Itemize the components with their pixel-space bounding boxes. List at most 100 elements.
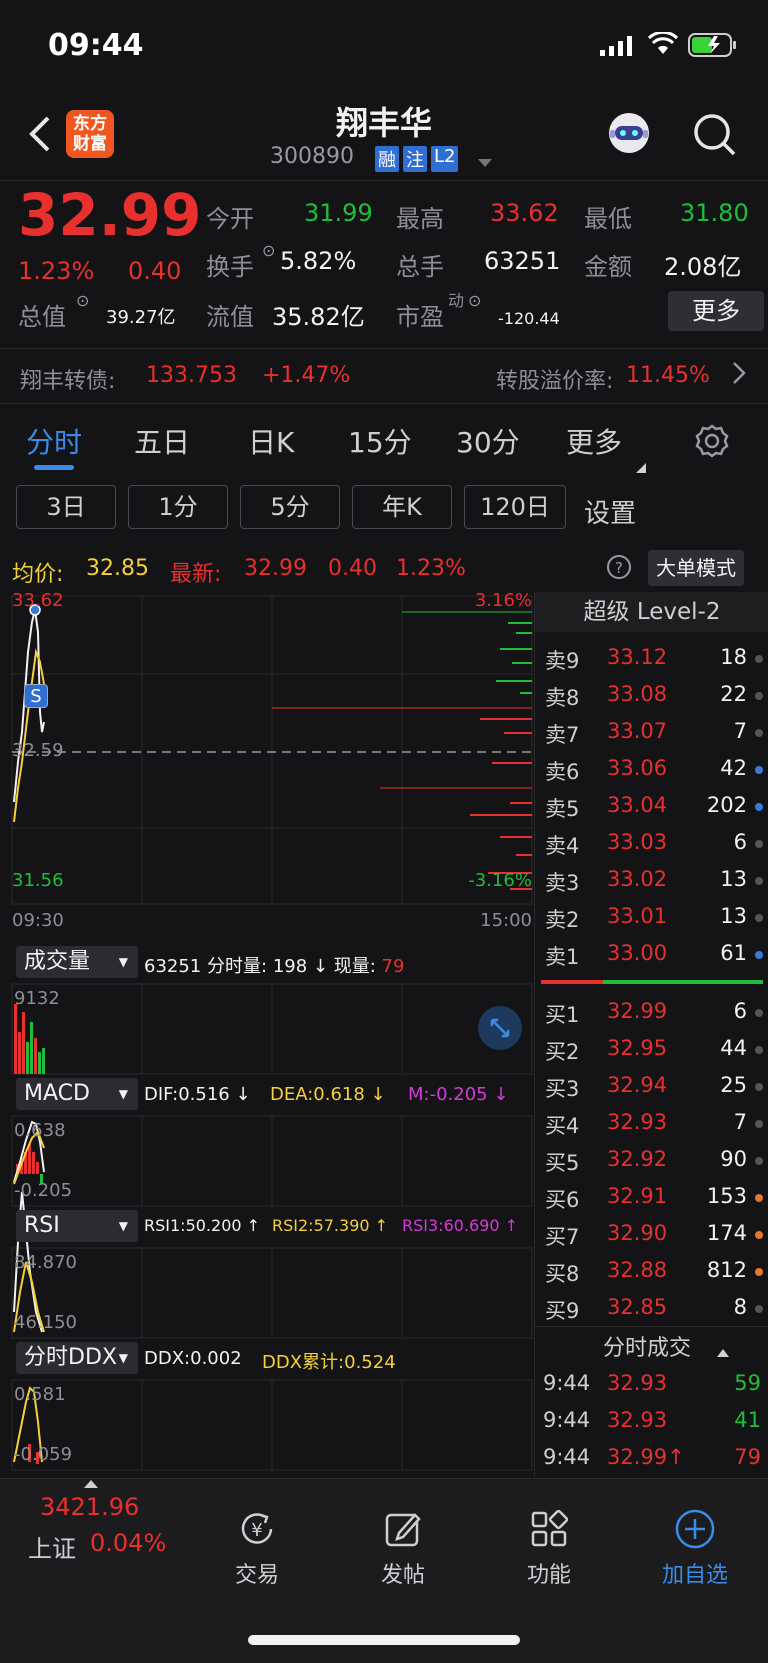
rsi-selector[interactable]: RSI ▼ (16, 1210, 138, 1242)
trade-time: 9:44 (543, 1371, 591, 1395)
level-price: 32.91 (607, 1184, 668, 1208)
level-volume: 812 (706, 1258, 747, 1282)
subtab-year-k[interactable]: 年K (352, 485, 452, 529)
tab-more[interactable]: 更多 (566, 421, 622, 461)
index-pct[interactable]: 0.04% (90, 1529, 166, 1557)
big-order-dot-icon (755, 1194, 763, 1202)
buy-row[interactable]: 买6 32.91 153 (535, 1179, 768, 1216)
buy-row[interactable]: 买9 32.85 8 (535, 1290, 768, 1327)
intraday-chart: 33.62 32.59 31.56 3.16% -3.16% S 09:30 1… (0, 590, 534, 1477)
now-vol-value: 79 (381, 956, 405, 977)
plus-circle-icon (640, 1507, 750, 1551)
info-icon[interactable]: ⊙ (262, 241, 275, 260)
macd-selector[interactable]: MACD ▼ (16, 1078, 138, 1110)
level-price: 33.02 (607, 867, 668, 891)
level-volume: 7 (733, 719, 747, 743)
collapse-triangle-icon[interactable] (717, 1342, 729, 1361)
level-volume: 174 (706, 1221, 747, 1245)
level-volume: 13 (720, 904, 747, 928)
x-axis-end: 15:00 (480, 910, 532, 931)
trade-price: 32.93 (607, 1408, 668, 1432)
sell-signal-marker[interactable]: S (24, 684, 48, 708)
latest-change: 0.40 (328, 556, 377, 581)
tab-five-day[interactable]: 五日 (134, 421, 190, 461)
level-volume: 6 (733, 830, 747, 854)
subtab-5min[interactable]: 5分 (240, 485, 340, 529)
mktcap-label: 总值 (18, 303, 66, 331)
search-icon[interactable] (692, 112, 738, 162)
add-watchlist-tab[interactable]: 加自选 (640, 1507, 750, 1589)
function-tab[interactable]: 功能 (494, 1507, 604, 1589)
tab-15min[interactable]: 15分 (348, 421, 412, 461)
trade-row: 9:44 32.99↑ 79 (535, 1440, 768, 1477)
sell-row[interactable]: 卖1 33.00 61 (535, 936, 768, 973)
sell-row[interactable]: 卖4 33.03 6 (535, 825, 768, 862)
pe-value: -120.44 (498, 309, 560, 328)
latest-label: 最新: (170, 562, 222, 587)
more-button[interactable]: 更多 (668, 291, 764, 331)
index-value[interactable]: 3421.96 (40, 1493, 139, 1521)
trade-price: 32.99↑ (607, 1445, 685, 1469)
level2-title: 超级 Level-2 (535, 592, 768, 632)
tab-30min[interactable]: 30分 (456, 421, 520, 461)
buy-row[interactable]: 买1 32.99 6 (535, 994, 768, 1031)
level-label: 买3 (545, 1077, 580, 1101)
level-volume: 8 (733, 1295, 747, 1319)
trade-tab[interactable]: ¥ 交易 (202, 1507, 312, 1589)
subtab-120day[interactable]: 120日 (464, 485, 566, 529)
gear-icon[interactable] (694, 423, 730, 466)
sell-row[interactable]: 卖2 33.01 13 (535, 899, 768, 936)
subtab-3day[interactable]: 3日 (16, 485, 116, 529)
back-icon[interactable] (26, 114, 52, 158)
buy-row[interactable]: 买3 32.94 25 (535, 1068, 768, 1105)
level-volume: 13 (720, 867, 747, 891)
subtab-1min[interactable]: 1分 (128, 485, 228, 529)
trade-time: 9:44 (543, 1408, 591, 1432)
bond-price: 133.753 (146, 363, 237, 388)
sell-row[interactable]: 卖7 33.07 7 (535, 714, 768, 751)
level-price: 32.93 (607, 1110, 668, 1134)
bond-bar[interactable]: 翔丰转债: 133.753 +1.47% 转股溢价率: 11.45% (0, 348, 768, 404)
ddx-selector[interactable]: 分时DDX ▼ (16, 1342, 138, 1374)
buy-row[interactable]: 买8 32.88 812 (535, 1253, 768, 1290)
ddx-label: 分时DDX (24, 1345, 117, 1370)
level-label: 卖2 (545, 908, 580, 932)
volume-selector[interactable]: 成交量 ▼ (16, 946, 138, 978)
volume-total: 63251 (144, 956, 202, 977)
order-book: 超级 Level-2 卖9 33.12 18 卖8 33.08 22 卖7 33.07 7 卖6 3… (534, 592, 768, 1477)
rsi3: RSI3:60.690 ↑ (402, 1216, 519, 1235)
buy-row[interactable]: 买7 32.90 174 (535, 1216, 768, 1253)
sell-row[interactable]: 卖9 33.12 18 (535, 640, 768, 677)
wifi-icon (647, 30, 679, 60)
tab-intraday[interactable]: 分时 (26, 421, 82, 461)
avg-label: 均价: (12, 562, 64, 587)
big-order-dot-icon (755, 766, 763, 774)
sell-row[interactable]: 卖8 33.08 22 (535, 677, 768, 714)
level-label: 买2 (545, 1040, 580, 1064)
index-name[interactable]: 上证 (28, 1529, 76, 1564)
active-tab-indicator (34, 465, 74, 470)
expand-icon[interactable] (478, 1006, 522, 1050)
buy-row[interactable]: 买2 32.95 44 (535, 1031, 768, 1068)
sell-row[interactable]: 卖5 33.04 202 (535, 788, 768, 825)
dropdown-triangle-icon[interactable] (478, 154, 492, 173)
buy-row[interactable]: 买4 32.93 7 (535, 1105, 768, 1142)
buy-row[interactable]: 买5 32.92 90 (535, 1142, 768, 1179)
sell-row[interactable]: 卖3 33.02 13 (535, 862, 768, 899)
macd-top: 0.638 (14, 1120, 66, 1141)
level-price: 32.90 (607, 1221, 668, 1245)
level-label: 卖4 (545, 834, 580, 858)
info-icon[interactable]: ⊙ (76, 291, 89, 310)
level-label: 买9 (545, 1299, 580, 1323)
robot-assistant-icon[interactable] (604, 108, 654, 162)
big-order-mode-button[interactable]: 大单模式 (648, 550, 744, 586)
subtab-settings[interactable]: 设置 (584, 493, 636, 530)
help-icon[interactable]: ? (606, 554, 632, 586)
level-label: 买7 (545, 1225, 580, 1249)
sell-row[interactable]: 卖6 33.06 42 (535, 751, 768, 788)
tab-daily-k[interactable]: 日K (248, 421, 294, 461)
subtabs: 3日 1分 5分 年K 120日 设置 (0, 485, 768, 535)
info-icon[interactable]: ⊙ (468, 291, 481, 310)
level-price: 32.92 (607, 1147, 668, 1171)
post-tab[interactable]: 发帖 (348, 1507, 458, 1589)
